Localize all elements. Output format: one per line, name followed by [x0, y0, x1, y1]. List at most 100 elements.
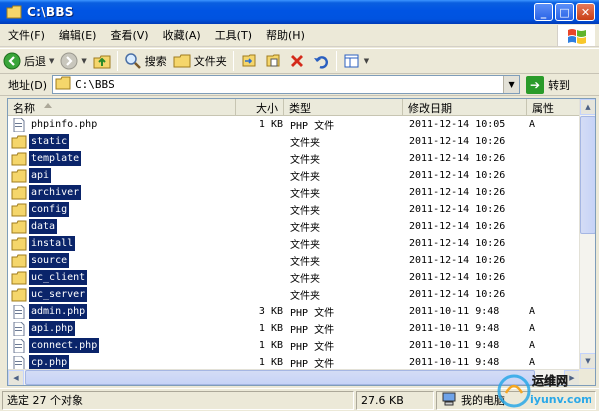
- scroll-left-button[interactable]: ◀: [8, 370, 24, 385]
- column-attributes[interactable]: 属性: [527, 99, 580, 116]
- vertical-scroll-thumb[interactable]: [580, 116, 595, 234]
- window-controls: _ □ ✕: [534, 3, 595, 21]
- file-modified: 2011-12-14 10:26: [409, 204, 506, 215]
- file-name-cell[interactable]: source: [8, 252, 273, 269]
- menu-favorites[interactable]: 收藏(A): [156, 27, 208, 43]
- folder-icon: [11, 288, 27, 302]
- file-name-cell[interactable]: config: [8, 201, 273, 218]
- vertical-scrollbar[interactable]: ▲ ▼: [579, 99, 595, 369]
- file-name: uc_server: [29, 287, 88, 302]
- go-button[interactable]: ➔ 转到: [526, 75, 570, 94]
- file-row[interactable]: admin.php 3 KB PHP 文件 2011-10-11 9:48 A: [8, 303, 580, 320]
- close-button[interactable]: ✕: [576, 3, 595, 21]
- horizontal-scroll-thumb[interactable]: [25, 370, 535, 385]
- address-dropdown-button[interactable]: ▼: [503, 76, 520, 93]
- file-name-cell[interactable]: connect.php: [8, 337, 273, 354]
- views-button[interactable]: ▼: [340, 50, 372, 72]
- file-name-cell[interactable]: static: [8, 133, 273, 150]
- folder-icon: [11, 271, 27, 285]
- file-name-cell[interactable]: api: [8, 167, 273, 184]
- file-type: 文件夹: [290, 274, 320, 285]
- file-type: 文件夹: [290, 291, 320, 302]
- menu-file[interactable]: 文件(F): [0, 27, 52, 43]
- menu-view[interactable]: 查看(V): [103, 27, 155, 43]
- search-button[interactable]: 搜索: [121, 50, 170, 72]
- file-row[interactable]: archiver 文件夹 2011-12-14 10:26: [8, 184, 580, 201]
- folders-button[interactable]: 文件夹: [170, 50, 230, 72]
- file-row[interactable]: api.php 1 KB PHP 文件 2011-10-11 9:48 A: [8, 320, 580, 337]
- file-row[interactable]: uc_client 文件夹 2011-12-14 10:26: [8, 269, 580, 286]
- horizontal-scrollbar[interactable]: ◀ ▶: [8, 369, 580, 385]
- back-button[interactable]: 后退 ▼: [0, 50, 57, 72]
- file-name: archiver: [29, 185, 82, 200]
- window-title: C:\BBS: [27, 5, 74, 19]
- file-name-cell[interactable]: install: [8, 235, 273, 252]
- file-name: cp.php: [29, 355, 70, 370]
- menu-tools[interactable]: 工具(T): [208, 27, 259, 43]
- delete-button[interactable]: [285, 50, 309, 72]
- file-name-cell[interactable]: phpinfo.php: [8, 116, 273, 133]
- maximize-button[interactable]: □: [555, 3, 574, 21]
- file-name-cell[interactable]: archiver: [8, 184, 273, 201]
- file-row[interactable]: api 文件夹 2011-12-14 10:26: [8, 167, 580, 184]
- file-type: 文件夹: [290, 223, 320, 234]
- file-row[interactable]: template 文件夹 2011-12-14 10:26: [8, 150, 580, 167]
- forward-button[interactable]: ▼: [57, 50, 89, 72]
- windows-logo-icon: [557, 25, 595, 46]
- file-name-cell[interactable]: data: [8, 218, 273, 235]
- folder-up-icon: [93, 52, 111, 70]
- forward-dropdown-icon[interactable]: ▼: [81, 57, 86, 65]
- status-size: 27.6 KB: [356, 390, 434, 410]
- address-bar: 地址(D) C:\BBS ▼ ➔ 转到: [0, 74, 599, 96]
- file-row[interactable]: install 文件夹 2011-12-14 10:26: [8, 235, 580, 252]
- file-modified: 2011-12-14 10:26: [409, 187, 506, 198]
- file-row[interactable]: config 文件夹 2011-12-14 10:26: [8, 201, 580, 218]
- column-size-label: 大小: [256, 101, 278, 115]
- column-modified[interactable]: 修改日期: [403, 99, 527, 116]
- file-row[interactable]: source 文件夹 2011-12-14 10:26: [8, 252, 580, 269]
- file-name-cell[interactable]: api.php: [8, 320, 273, 337]
- column-attributes-label: 属性: [532, 101, 554, 115]
- views-icon: [343, 52, 361, 70]
- back-dropdown-icon[interactable]: ▼: [49, 57, 54, 65]
- file-name-cell[interactable]: uc_server: [8, 286, 273, 303]
- file-name: source: [29, 253, 70, 268]
- php-file-icon: [11, 321, 27, 336]
- copy-to-button[interactable]: [261, 50, 285, 72]
- address-value: C:\BBS: [75, 78, 115, 91]
- file-modified: 2011-12-14 10:26: [409, 136, 506, 147]
- standard-toolbar: 后退 ▼ ▼ 搜索 文件夹 ▼: [0, 48, 599, 74]
- menu-help[interactable]: 帮助(H): [259, 27, 312, 43]
- status-selection-text: 选定 27 个对象: [7, 394, 83, 407]
- column-type[interactable]: 类型: [284, 99, 403, 116]
- folder-icon: [11, 237, 27, 251]
- undo-button[interactable]: [309, 50, 333, 72]
- file-name-cell[interactable]: admin.php: [8, 303, 273, 320]
- column-size[interactable]: 大小: [236, 99, 284, 116]
- minimize-button[interactable]: _: [534, 3, 553, 21]
- scroll-down-button[interactable]: ▼: [580, 353, 595, 369]
- folder-icon: [11, 220, 27, 234]
- file-row[interactable]: data 文件夹 2011-12-14 10:26: [8, 218, 580, 235]
- scroll-up-button[interactable]: ▲: [580, 99, 595, 115]
- php-file-icon: [11, 304, 27, 319]
- file-name: template: [29, 151, 82, 166]
- file-name-cell[interactable]: uc_client: [8, 269, 273, 286]
- menu-bar: 文件(F) 编辑(E) 查看(V) 收藏(A) 工具(T) 帮助(H): [0, 24, 599, 47]
- views-dropdown-icon[interactable]: ▼: [364, 57, 369, 65]
- menu-edit[interactable]: 编辑(E): [52, 27, 104, 43]
- address-input[interactable]: C:\BBS ▼: [52, 75, 521, 94]
- up-button[interactable]: [90, 50, 114, 72]
- file-row[interactable]: connect.php 1 KB PHP 文件 2011-10-11 9:48 A: [8, 337, 580, 354]
- file-name: api: [29, 168, 52, 183]
- file-row[interactable]: static 文件夹 2011-12-14 10:26: [8, 133, 580, 150]
- file-attributes: A: [529, 357, 536, 368]
- file-name-cell[interactable]: template: [8, 150, 273, 167]
- move-to-button[interactable]: [237, 50, 261, 72]
- column-name[interactable]: 名称: [8, 99, 236, 116]
- folder-icon: [6, 5, 22, 19]
- watermark-line1: 运维网: [532, 373, 568, 388]
- file-list[interactable]: 名称 大小 类型 修改日期 属性 phpinfo.php 1 KB PHP 文件 20…: [7, 98, 596, 386]
- file-row[interactable]: uc_server 文件夹 2011-12-14 10:26: [8, 286, 580, 303]
- file-row[interactable]: phpinfo.php 1 KB PHP 文件 2011-12-14 10:05 A: [8, 116, 580, 133]
